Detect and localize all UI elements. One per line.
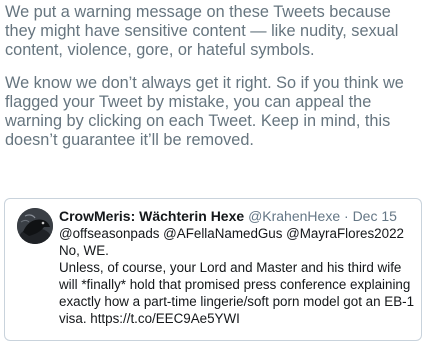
avatar[interactable] (17, 208, 53, 244)
notice-paragraph-appeal: We know we don’t always get it right. So… (5, 74, 404, 149)
tweet-text-line: will *finally* hold that promised press … (59, 277, 411, 292)
tweet-header: CrowMeris: Wächterin Hexe @KrahenHexe · … (59, 207, 419, 225)
tweet-text-line: exactly how a part-time lingerie/soft po… (59, 294, 415, 309)
tweet-text-line: @offseasonpads @AFellaNamedGus @MayraFlo… (59, 226, 404, 241)
sensitive-content-notice: We put a warning message on these Tweets… (5, 3, 425, 164)
embedded-tweet[interactable]: CrowMeris: Wächterin Hexe @KrahenHexe · … (4, 198, 422, 341)
tweet-text-line: visa. https://t.co/EEC9Ae5YWI (59, 311, 240, 326)
tweet-date[interactable]: Dec 15 (353, 208, 397, 224)
author-display-name[interactable]: CrowMeris: Wächterin Hexe (59, 208, 244, 224)
author-handle[interactable]: @KrahenHexe (248, 208, 340, 224)
tweet-body: @offseasonpads @AFellaNamedGus @MayraFlo… (59, 225, 415, 327)
tweet-text-line: No, WE. (59, 243, 109, 258)
tweet-text-line: Unless, of course, your Lord and Master … (59, 260, 402, 275)
meta-separator: · (344, 208, 349, 224)
notice-paragraph-warning: We put a warning message on these Tweets… (5, 3, 399, 59)
crow-avatar-icon (17, 208, 53, 244)
